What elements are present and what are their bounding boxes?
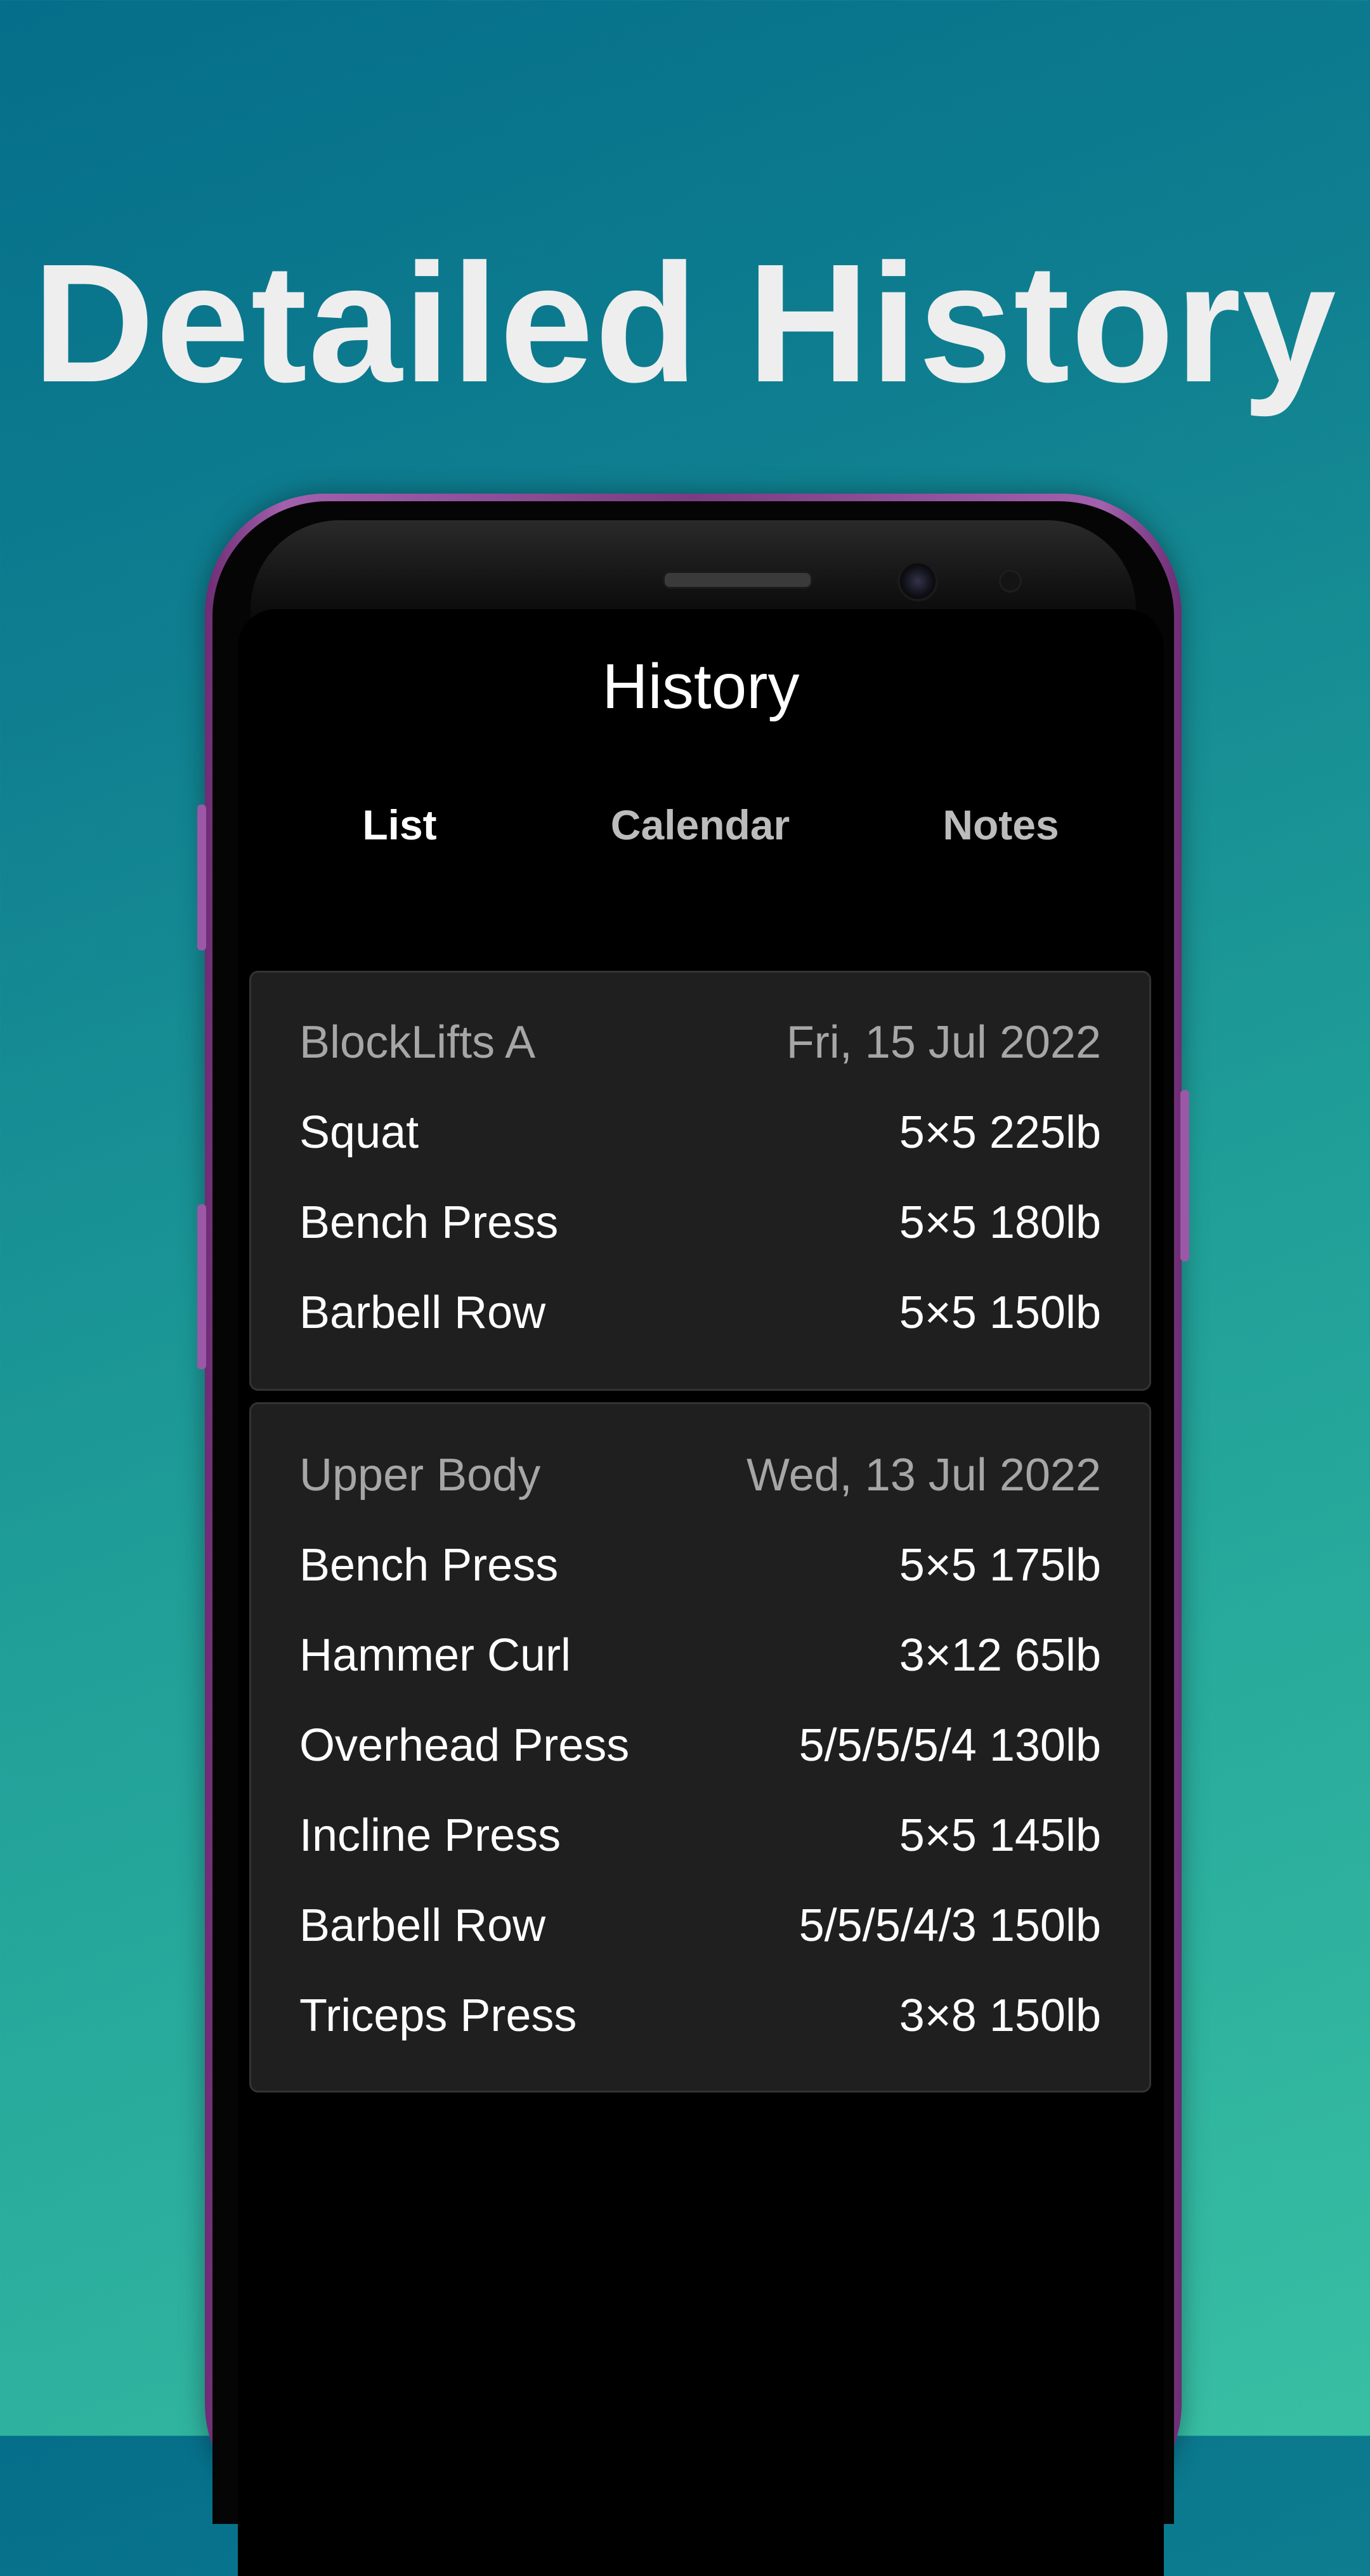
phone-frame: History List Calendar Notes BlockLifts A… (197, 494, 1189, 2576)
exercise-result: 3×8 150lb (899, 1990, 1101, 2041)
exercise-row: Bench Press 5×5 180lb (299, 1185, 1101, 1261)
exercise-result: 5×5 175lb (899, 1540, 1101, 1591)
volume-button (197, 805, 206, 950)
exercise-row: Overhead Press 5/5/5/5/4 130lb (299, 1707, 1101, 1784)
page-title: History (602, 651, 800, 722)
app-screen: History List Calendar Notes BlockLifts A… (238, 609, 1164, 2576)
exercise-row: Hammer Curl 3×12 65lb (299, 1617, 1101, 1693)
workout-card[interactable]: BlockLifts A Fri, 15 Jul 2022 Squat 5×5 … (249, 971, 1151, 1391)
exercise-name: Overhead Press (299, 1720, 630, 1771)
exercise-result: 3×12 65lb (899, 1630, 1101, 1681)
exercise-row: Bench Press 5×5 175lb (299, 1527, 1101, 1603)
workout-header: BlockLifts A Fri, 15 Jul 2022 (299, 1004, 1101, 1081)
exercise-result: 5/5/5/5/4 130lb (799, 1720, 1101, 1771)
workout-date: Wed, 13 Jul 2022 (746, 1450, 1101, 1501)
exercise-name: Barbell Row (299, 1287, 546, 1338)
bixby-button (197, 1204, 206, 1369)
tab-calendar[interactable]: Calendar (550, 787, 851, 863)
exercise-row: Incline Press 5×5 145lb (299, 1797, 1101, 1874)
phone-body: History List Calendar Notes BlockLifts A… (212, 501, 1174, 2576)
workout-name: Upper Body (299, 1450, 541, 1501)
exercise-name: Triceps Press (299, 1990, 577, 2041)
exercise-row: Squat 5×5 225lb (299, 1094, 1101, 1171)
exercise-row: Triceps Press 3×8 150lb (299, 1978, 1101, 2054)
proximity-sensor (999, 570, 1022, 593)
tab-list[interactable]: List (249, 787, 550, 863)
exercise-result: 5×5 180lb (899, 1197, 1101, 1248)
exercise-name: Squat (299, 1107, 419, 1158)
exercise-name: Hammer Curl (299, 1630, 571, 1681)
promo-headline: Detailed History (32, 229, 1338, 417)
earpiece-speaker (663, 571, 812, 589)
exercise-result: 5×5 225lb (899, 1107, 1101, 1158)
power-button (1180, 1090, 1189, 1261)
exercise-name: Barbell Row (299, 1900, 546, 1951)
exercise-result: 5/5/5/4/3 150lb (799, 1900, 1101, 1951)
workout-card[interactable]: Upper Body Wed, 13 Jul 2022 Bench Press … (249, 1402, 1151, 2093)
exercise-result: 5×5 150lb (899, 1287, 1101, 1338)
exercise-name: Bench Press (299, 1197, 559, 1248)
tab-bar: List Calendar Notes (249, 787, 1152, 1042)
front-camera-icon (897, 561, 938, 601)
exercise-name: Incline Press (299, 1810, 561, 1861)
workout-name: BlockLifts A (299, 1017, 536, 1068)
exercise-row: Barbell Row 5×5 150lb (299, 1275, 1101, 1351)
exercise-result: 5×5 145lb (899, 1810, 1101, 1861)
exercise-name: Bench Press (299, 1540, 559, 1591)
workout-header: Upper Body Wed, 13 Jul 2022 (299, 1437, 1101, 1513)
workout-date: Fri, 15 Jul 2022 (786, 1017, 1101, 1068)
exercise-row: Barbell Row 5/5/5/4/3 150lb (299, 1888, 1101, 1964)
tab-notes[interactable]: Notes (851, 787, 1151, 863)
